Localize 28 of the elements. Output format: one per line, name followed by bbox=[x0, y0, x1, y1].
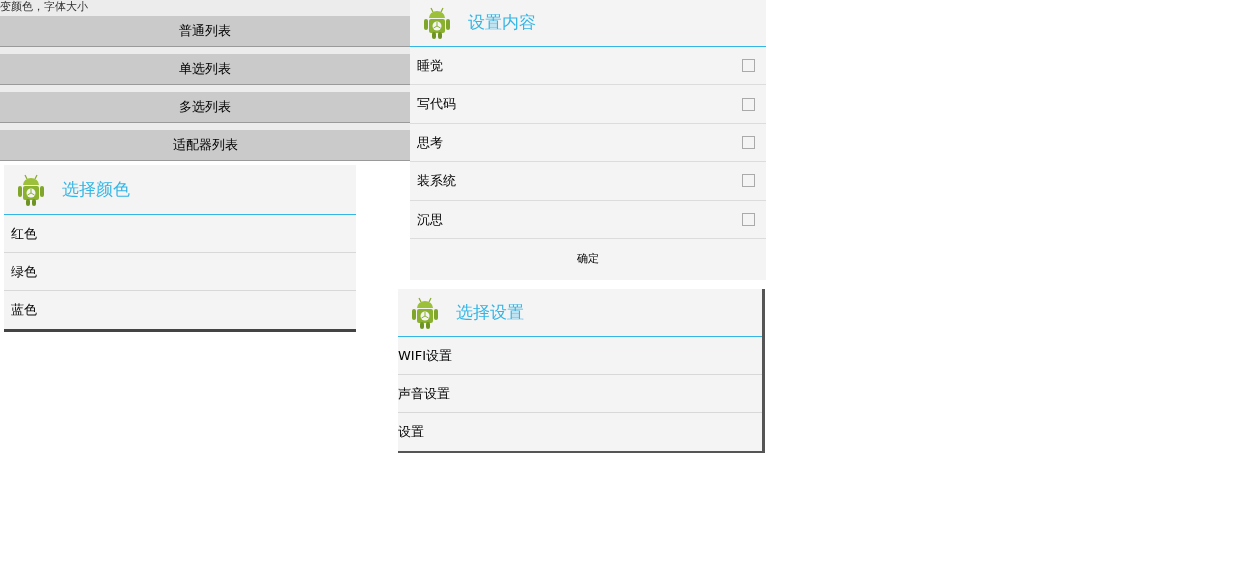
list-button[interactable]: 单选列表 bbox=[0, 54, 410, 85]
option-label: 沉思 bbox=[417, 210, 443, 229]
dialog-title: 选择设置 bbox=[456, 300, 524, 324]
option-label: 思考 bbox=[417, 133, 443, 152]
list-button[interactable]: 普通列表 bbox=[0, 16, 410, 47]
option-label: 装系统 bbox=[417, 172, 456, 191]
list-item[interactable]: 绿色 bbox=[4, 253, 356, 291]
checkbox[interactable] bbox=[742, 212, 755, 226]
android-robot-icon bbox=[16, 172, 46, 207]
option-label: 睡觉 bbox=[417, 56, 443, 75]
android-robot-icon bbox=[410, 295, 440, 330]
checkbox[interactable] bbox=[742, 135, 755, 149]
checkbox[interactable] bbox=[742, 174, 755, 188]
confirm-button[interactable]: 确定 bbox=[410, 238, 766, 280]
option-label: 写代码 bbox=[417, 95, 456, 114]
dialog-title: 选择颜色 bbox=[62, 177, 130, 201]
dialog-title: 设置内容 bbox=[468, 11, 536, 35]
list-item[interactable]: WIFI设置 bbox=[398, 337, 762, 375]
android-robot-icon bbox=[422, 6, 452, 40]
checkbox[interactable] bbox=[742, 59, 755, 73]
list-item[interactable]: 声音设置 bbox=[398, 375, 762, 413]
list-item[interactable]: 蓝色 bbox=[4, 291, 356, 329]
list-item[interactable]: 设置 bbox=[398, 413, 762, 451]
checkbox[interactable] bbox=[742, 97, 755, 111]
hint-text: 变颜色，字体大小 bbox=[0, 0, 89, 15]
list-button[interactable]: 多选列表 bbox=[0, 92, 410, 123]
list-item[interactable]: 红色 bbox=[4, 215, 356, 253]
list-button[interactable]: 适配器列表 bbox=[0, 130, 410, 161]
